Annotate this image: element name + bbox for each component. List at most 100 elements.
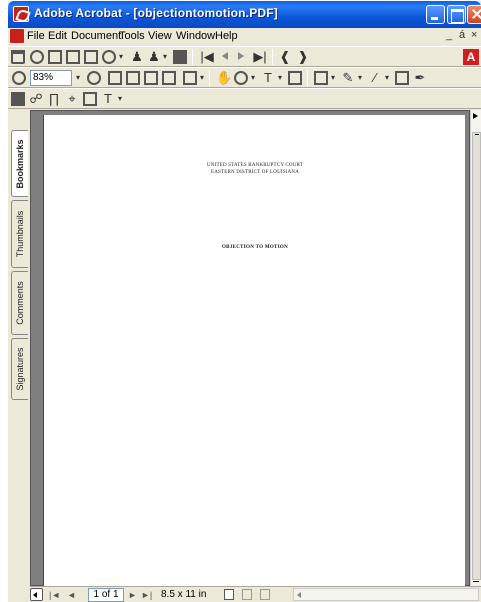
- text-select-dropdown[interactable]: ▾: [278, 73, 282, 82]
- note-dropdown[interactable]: ▾: [331, 73, 335, 82]
- fit-width-icon[interactable]: [144, 71, 158, 85]
- scroll-up-button[interactable]: [472, 111, 481, 121]
- search-web-icon[interactable]: [30, 50, 44, 64]
- edit-toolbar: ☍ ∏ ⌖ T ▾: [8, 88, 481, 109]
- menu-tools[interactable]: Tools: [119, 30, 145, 42]
- crop-tool-icon[interactable]: ⌖: [65, 92, 79, 106]
- next-view-icon[interactable]: ❱: [296, 50, 310, 64]
- graphics-select-icon[interactable]: [288, 71, 302, 85]
- tab-bookmarks[interactable]: Bookmarks: [11, 130, 28, 197]
- first-page-button[interactable]: |◄: [49, 590, 60, 600]
- note-tool-icon[interactable]: [314, 71, 328, 85]
- continuous-layout-icon[interactable]: [242, 589, 252, 600]
- hand-tool-icon[interactable]: ✋: [216, 71, 232, 85]
- page-number-field[interactable]: 1 of 1: [88, 588, 124, 602]
- tab-comments-label: Comments: [15, 281, 25, 325]
- doc-close-button[interactable]: ×: [471, 29, 477, 41]
- web-capture-dropdown[interactable]: ▾: [119, 52, 123, 61]
- save-icon[interactable]: [48, 50, 62, 64]
- rotate-view-icon[interactable]: [183, 71, 197, 85]
- doc-restore-button[interactable]: á: [459, 29, 465, 41]
- navigation-pane-icon[interactable]: [173, 50, 187, 64]
- page-size-label: 8.5 x 11 in: [161, 589, 207, 600]
- article-tool-icon[interactable]: ∏: [47, 92, 61, 106]
- minimize-button[interactable]: [426, 5, 445, 24]
- menu-file[interactable]: File: [27, 30, 45, 42]
- tab-comments[interactable]: Comments: [11, 271, 28, 335]
- tab-signatures[interactable]: Signatures: [11, 338, 28, 400]
- menu-document[interactable]: Document: [71, 30, 121, 42]
- court-name-line: UNITED STATES BANKRUPTCY COURT: [206, 163, 304, 168]
- sign-tool-icon[interactable]: ✒: [413, 71, 427, 85]
- court-district-line: EASTERN DISTRICT OF LOUISIANA: [210, 170, 300, 175]
- zoom-input[interactable]: 83%: [30, 70, 72, 86]
- rotate-dropdown[interactable]: ▾: [200, 73, 204, 82]
- last-page-icon[interactable]: ▶|: [253, 50, 267, 64]
- vertical-scrollbar[interactable]: [470, 110, 481, 586]
- single-page-layout-icon[interactable]: [224, 589, 234, 600]
- touchup-text-dropdown[interactable]: ▾: [118, 94, 122, 103]
- menu-window[interactable]: Window: [176, 30, 215, 42]
- toolbar-separator: [192, 49, 193, 65]
- menu-edit[interactable]: Edit: [48, 30, 67, 42]
- nav-pane-toggle-button[interactable]: [30, 588, 43, 601]
- link-tool-icon[interactable]: ☍: [29, 92, 43, 106]
- first-page-icon[interactable]: |◀: [200, 50, 214, 64]
- maximize-button[interactable]: [447, 5, 466, 24]
- next-page-button[interactable]: ►: [128, 590, 137, 600]
- find-icon[interactable]: ♟: [130, 50, 144, 64]
- file-toolbar: ▾ ♟ ♟ ▾ |◀ ▶| ❰ ❱ A: [8, 46, 481, 67]
- title-bar[interactable]: Adobe Acrobat - [objectiontomotion.PDF]: [8, 1, 481, 28]
- tab-thumbnails[interactable]: Thumbnails: [11, 200, 28, 268]
- previous-page-icon[interactable]: [220, 50, 234, 64]
- highlight-tool-icon[interactable]: ∕: [368, 71, 382, 85]
- facing-layout-icon[interactable]: [260, 589, 270, 600]
- doc-minimize-button[interactable]: _: [446, 29, 452, 41]
- tab-bookmarks-label: Bookmarks: [15, 138, 25, 189]
- scroll-down-button[interactable]: [472, 577, 481, 585]
- toolbar-separator: [272, 49, 273, 65]
- acrobat-app-icon[interactable]: [13, 6, 29, 22]
- scroll-thumb[interactable]: [472, 132, 481, 580]
- menu-help[interactable]: Help: [215, 30, 238, 42]
- zoom-tool-icon[interactable]: [234, 71, 248, 85]
- zoom-dropdown[interactable]: ▾: [76, 73, 80, 82]
- open-folder-icon[interactable]: [11, 50, 25, 64]
- movie-tool-icon[interactable]: [83, 92, 97, 106]
- last-page-button[interactable]: ►|: [141, 590, 152, 600]
- fit-page-icon[interactable]: [126, 71, 140, 85]
- zoom-in-icon[interactable]: [87, 71, 101, 85]
- pencil-tool-icon[interactable]: ✎: [341, 71, 355, 85]
- adobe-logo-icon[interactable]: A: [463, 49, 479, 65]
- fit-visible-icon[interactable]: [162, 71, 176, 85]
- status-bar: |◄ ◄ 1 of 1 ► ►| 8.5 x 11 in: [30, 586, 481, 602]
- highlight-dropdown[interactable]: ▾: [385, 73, 389, 82]
- web-capture-icon[interactable]: [102, 50, 116, 64]
- menu-view[interactable]: View: [148, 30, 172, 42]
- horizontal-scrollbar[interactable]: [293, 588, 479, 601]
- navigation-pane-tabs: Bookmarks Thumbnails Comments Signatures: [8, 110, 30, 586]
- previous-view-icon[interactable]: ❰: [278, 50, 292, 64]
- menu-bar: File Edit Document Tools View Window Hel…: [8, 28, 481, 45]
- search-dropdown[interactable]: ▾: [163, 52, 167, 61]
- tab-signatures-label: Signatures: [15, 347, 25, 391]
- form-tool-icon[interactable]: [395, 71, 409, 85]
- document-icon[interactable]: [10, 29, 24, 43]
- close-button[interactable]: [467, 5, 481, 24]
- window-title: Adobe Acrobat - [objectiontomotion.PDF]: [34, 6, 278, 20]
- zoom-out-icon[interactable]: [12, 71, 26, 85]
- next-page-icon[interactable]: [237, 50, 251, 64]
- email-icon[interactable]: [84, 50, 98, 64]
- text-select-icon[interactable]: T: [261, 71, 275, 85]
- search-icon[interactable]: ♟: [147, 50, 161, 64]
- touchup-text-icon[interactable]: T: [101, 92, 115, 106]
- touchup-icon[interactable]: [11, 92, 25, 106]
- previous-page-button[interactable]: ◄: [67, 590, 76, 600]
- print-icon[interactable]: [66, 50, 80, 64]
- actual-size-icon[interactable]: [108, 71, 122, 85]
- document-viewer[interactable]: UNITED STATES BANKRUPTCY COURT EASTERN D…: [30, 110, 470, 586]
- pdf-page[interactable]: UNITED STATES BANKRUPTCY COURT EASTERN D…: [43, 115, 465, 586]
- zoom-tool-dropdown[interactable]: ▾: [251, 73, 255, 82]
- pencil-dropdown[interactable]: ▾: [358, 73, 362, 82]
- acrobat-window: Adobe Acrobat - [objectiontomotion.PDF] …: [8, 1, 481, 602]
